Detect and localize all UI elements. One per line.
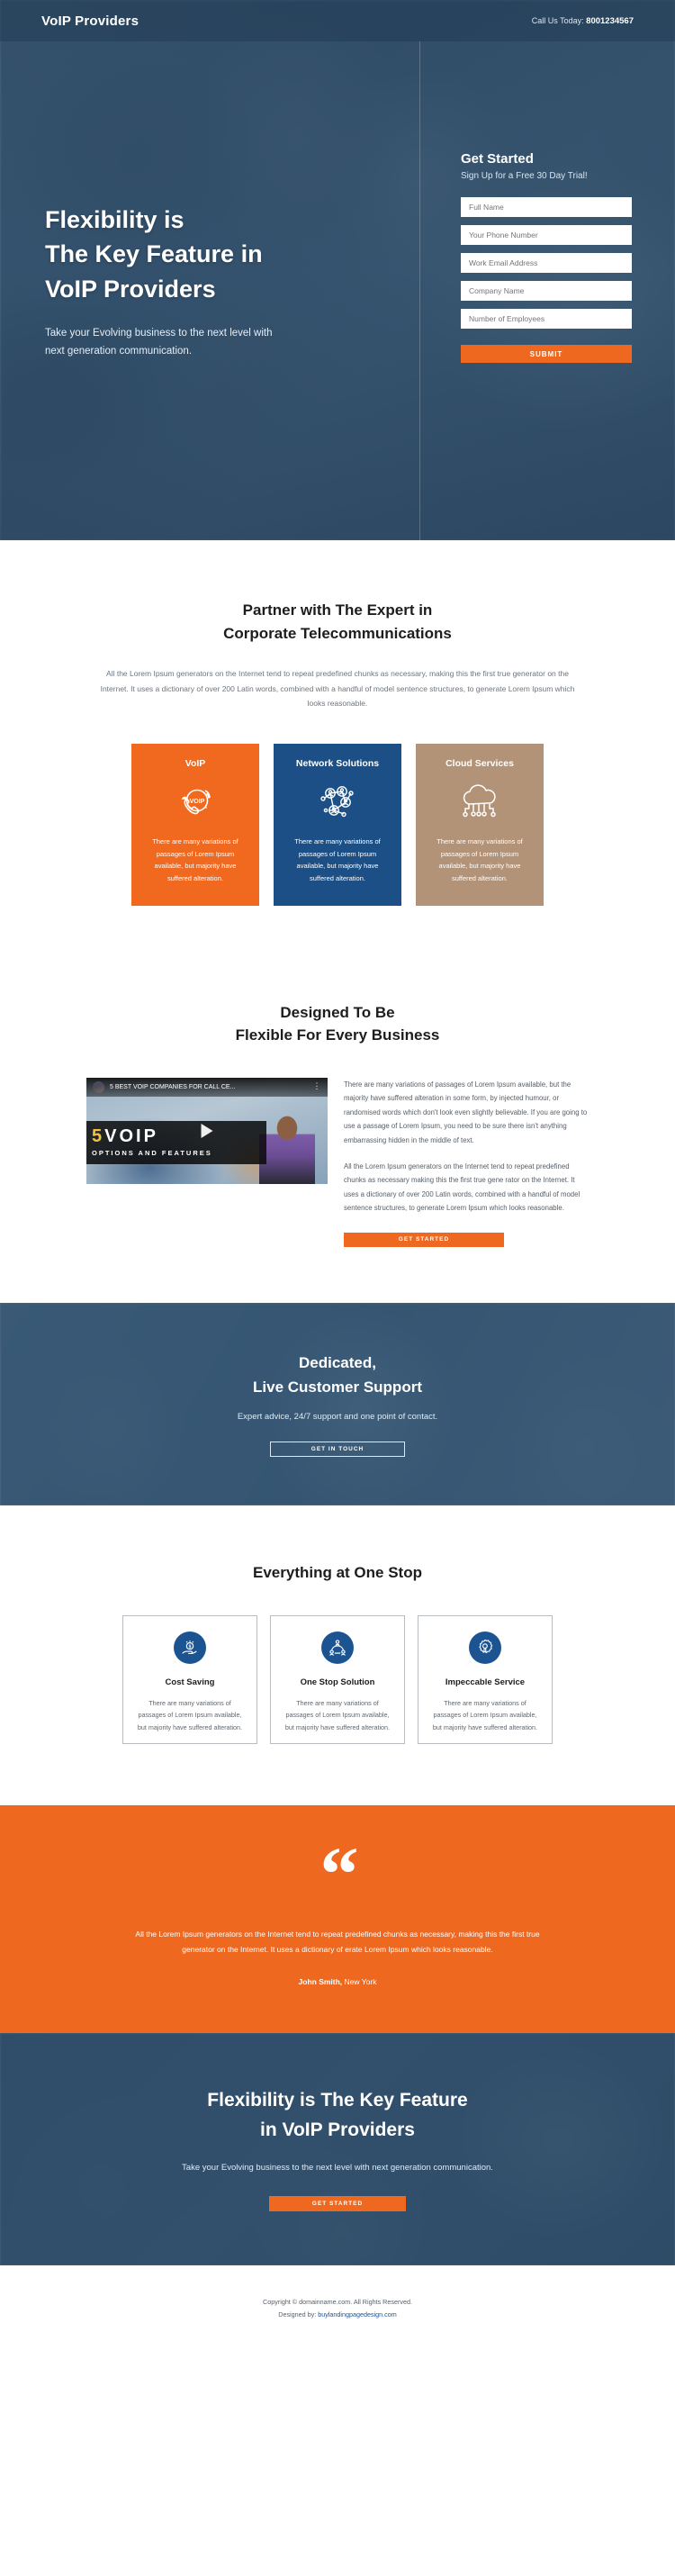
feature-card-text: There are many variations of passages of… bbox=[284, 1698, 391, 1731]
service-card-text: There are many variations of passages of… bbox=[294, 836, 381, 883]
network-nodes-icon bbox=[316, 774, 359, 830]
testimonial-author: John Smith, New York bbox=[0, 1977, 675, 1986]
quotation-mark-icon: “ bbox=[320, 1830, 359, 1917]
cta-title-line-2: in VoIP Providers bbox=[260, 2119, 415, 2140]
feature-card-cost-saving[interactable]: $ Cost Saving There are many variations … bbox=[122, 1614, 257, 1744]
svg-text:VOIP: VOIP bbox=[190, 799, 205, 805]
flexible-paragraph-2: All the Lorem Ipsum generators on the In… bbox=[344, 1161, 580, 1213]
partner-section: Partner with The Expert in Corporate Tel… bbox=[0, 540, 675, 958]
form-title: Get Started bbox=[461, 151, 534, 167]
service-card-cloud-services[interactable]: Cloud Services There are many variations… bbox=[416, 743, 544, 906]
flexible-paragraph-1: There are many variations of passages of… bbox=[344, 1080, 588, 1145]
video-presenter bbox=[259, 1113, 315, 1184]
voip-phone-icon: VOIP bbox=[175, 774, 216, 830]
phone-number-input[interactable] bbox=[461, 225, 632, 245]
testimonial-author-location: New York bbox=[344, 1976, 377, 1986]
flexible-title-line-2: Flexible For Every Business bbox=[235, 1026, 440, 1044]
hero-copy: Flexibility is The Key Feature in VoIP P… bbox=[45, 203, 405, 360]
submit-button[interactable]: SUBMIT bbox=[461, 345, 632, 363]
feature-card-title: Impeccable Service bbox=[445, 1677, 526, 1687]
get-in-touch-button[interactable]: GET IN TOUCH bbox=[270, 1441, 405, 1457]
support-title-line-1: Dedicated, bbox=[299, 1354, 376, 1372]
feature-card-impeccable-service[interactable]: Impeccable Service There are many variat… bbox=[418, 1614, 553, 1744]
service-card-text: There are many variations of passages of… bbox=[152, 836, 238, 883]
get-started-button[interactable]: GET STARTED bbox=[344, 1233, 504, 1248]
video-player[interactable]: 5VOIP OPTIONS AND FEATURES 5 BEST VOIP C… bbox=[86, 1077, 328, 1184]
video-caption-number: 5 bbox=[92, 1126, 105, 1147]
support-section: Dedicated, Live Customer Support Expert … bbox=[0, 1303, 675, 1506]
cta-section: Flexibility is The Key Feature in VoIP P… bbox=[0, 2032, 675, 2265]
cta-subtitle: Take your Evolving business to the next … bbox=[182, 2163, 493, 2174]
service-card-text: There are many variations of passages of… bbox=[436, 836, 523, 883]
cta-title: Flexibility is The Key Feature in VoIP P… bbox=[207, 2086, 467, 2145]
support-title-line-2: Live Customer Support bbox=[253, 1378, 422, 1396]
flexible-title-line-1: Designed To Be bbox=[280, 1003, 395, 1021]
flexible-content-row: 5VOIP OPTIONS AND FEATURES 5 BEST VOIP C… bbox=[0, 1077, 675, 1248]
hero-title-line-3: VoIP Providers bbox=[45, 275, 216, 303]
site-footer: Copyright © domainname.com. All Rights R… bbox=[0, 2264, 675, 2349]
full-name-input[interactable] bbox=[461, 197, 632, 217]
cloud-circuit-icon bbox=[457, 774, 502, 830]
feature-card-title: One Stop Solution bbox=[300, 1677, 375, 1687]
onestop-section: Everything at One Stop $ Cost Saving The… bbox=[0, 1505, 675, 1805]
hero-title: Flexibility is The Key Feature in VoIP P… bbox=[45, 203, 405, 306]
work-email-input[interactable] bbox=[461, 253, 632, 273]
more-options-icon[interactable]: ⋮ bbox=[312, 1082, 321, 1091]
channel-avatar-icon bbox=[93, 1080, 104, 1093]
feature-card-title: Cost Saving bbox=[165, 1677, 215, 1687]
video-caption-sub: OPTIONS AND FEATURES bbox=[92, 1149, 212, 1158]
partner-title-line-1: Partner with The Expert in bbox=[242, 601, 433, 619]
company-name-input[interactable] bbox=[461, 281, 632, 301]
flexible-copy: There are many variations of passages of… bbox=[344, 1078, 589, 1248]
gear-wrench-icon bbox=[469, 1631, 501, 1664]
play-icon[interactable] bbox=[201, 1123, 213, 1138]
onestop-title: Everything at One Stop bbox=[253, 1564, 422, 1582]
hero-subtitle: Take your Evolving business to the next … bbox=[45, 327, 273, 357]
designed-by-label: Designed by: bbox=[278, 2310, 317, 2319]
partner-title-line-2: Corporate Telecommunications bbox=[223, 624, 452, 642]
testimonial-text: All the Lorem Ipsum generators on the In… bbox=[135, 1929, 540, 1954]
service-card-voip[interactable]: VoIP VOIP There are many variations of p… bbox=[131, 743, 259, 906]
feature-card-one-stop-solution[interactable]: One Stop Solution There are many variati… bbox=[270, 1614, 405, 1744]
video-title[interactable]: 5 BEST VOIP COMPANIES FOR CALL CE... bbox=[110, 1084, 312, 1090]
testimonial-section: “ All the Lorem Ipsum generators on the … bbox=[0, 1804, 675, 2033]
service-card-title: Cloud Services bbox=[446, 757, 514, 769]
people-network-icon bbox=[321, 1631, 354, 1664]
support-title: Dedicated, Live Customer Support bbox=[253, 1351, 422, 1399]
flexible-title: Designed To Be Flexible For Every Busine… bbox=[0, 1001, 675, 1047]
service-card-title: Network Solutions bbox=[295, 757, 380, 769]
video-title-bar: 5 BEST VOIP COMPANIES FOR CALL CE... ⋮ bbox=[86, 1077, 328, 1097]
testimonial-author-name: John Smith, bbox=[298, 1976, 343, 1986]
support-subtitle: Expert advice, 24/7 support and one poin… bbox=[237, 1411, 438, 1422]
cta-title-line-1: Flexibility is The Key Feature bbox=[207, 2090, 468, 2111]
service-card-title: VoIP bbox=[184, 757, 206, 769]
feature-cards: $ Cost Saving There are many variations … bbox=[0, 1614, 675, 1744]
service-cards: VoIP VOIP There are many variations of p… bbox=[0, 743, 675, 958]
hero-section: VoIP Providers Call Us Today: 8001234567… bbox=[0, 0, 675, 540]
cta-get-started-button[interactable]: GET STARTED bbox=[269, 2196, 406, 2212]
feature-card-text: There are many variations of passages of… bbox=[137, 1698, 243, 1731]
video-caption-main: 5VOIP bbox=[92, 1127, 266, 1145]
video-caption-overlay: 5VOIP OPTIONS AND FEATURES bbox=[86, 1120, 266, 1164]
number-of-employees-input[interactable] bbox=[461, 309, 632, 329]
landing-page: VoIP Providers Call Us Today: 8001234567… bbox=[0, 0, 675, 2349]
signup-form: Get Started Sign Up for a Free 30 Day Tr… bbox=[461, 151, 632, 363]
flexible-section: Designed To Be Flexible For Every Busine… bbox=[0, 957, 675, 1304]
video-caption-word: VOIP bbox=[104, 1126, 158, 1147]
service-card-network-solutions[interactable]: Network Solutions There are many variati… bbox=[274, 743, 401, 906]
form-subtitle: Sign Up for a Free 30 Day Trial! bbox=[461, 171, 588, 181]
feature-card-text: There are many variations of passages of… bbox=[432, 1698, 538, 1731]
designed-by-line: Designed by: buylandingpagedesign.com bbox=[0, 2309, 675, 2321]
hero-title-line-2: The Key Feature in bbox=[45, 240, 263, 268]
partner-title: Partner with The Expert in Corporate Tel… bbox=[0, 599, 675, 645]
hero-title-line-1: Flexibility is bbox=[45, 206, 184, 233]
designer-link[interactable]: buylandingpagedesign.com bbox=[318, 2310, 397, 2318]
money-hand-icon: $ bbox=[174, 1631, 206, 1664]
copyright-text: Copyright © domainname.com. All Rights R… bbox=[263, 2297, 412, 2306]
svg-text:$: $ bbox=[189, 1644, 192, 1650]
partner-lead-text: All the Lorem Ipsum generators on the In… bbox=[100, 669, 575, 709]
